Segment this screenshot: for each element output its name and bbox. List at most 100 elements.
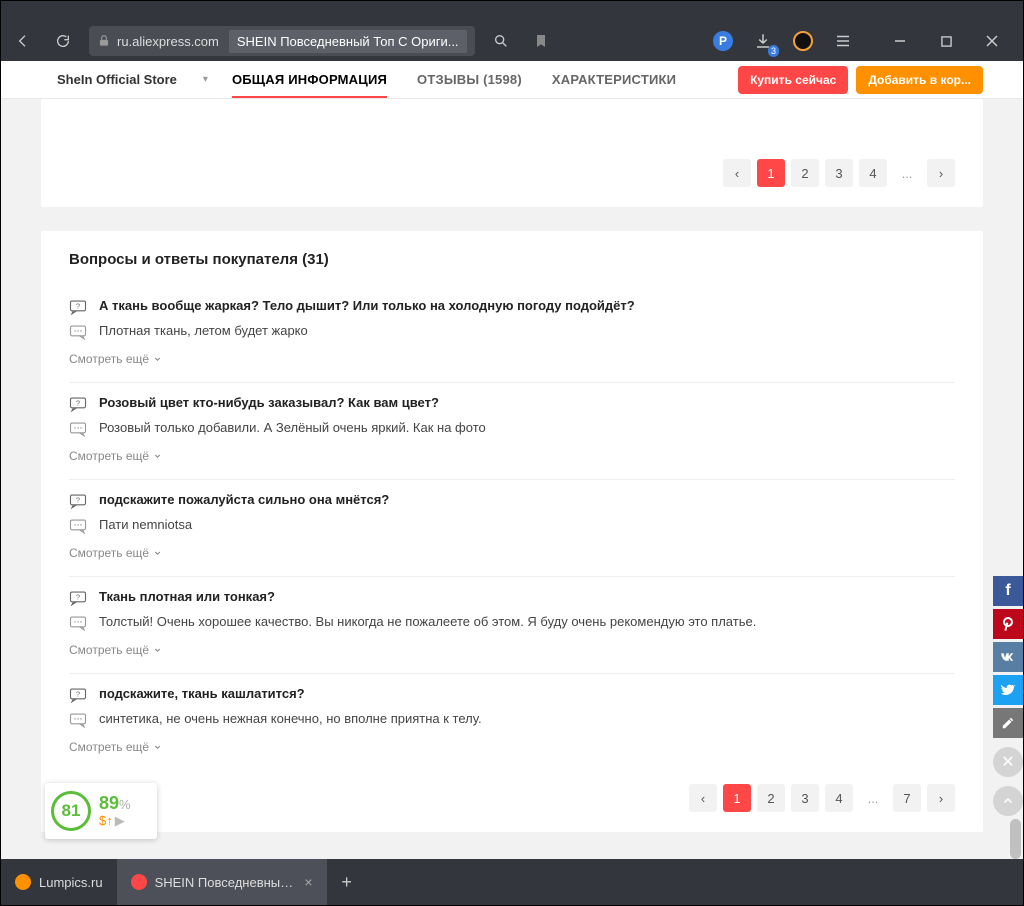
qa-question: подскажите пожалуйста сильно она мнётся?	[99, 492, 389, 507]
menu-button[interactable]	[829, 27, 857, 55]
qa-show-more[interactable]: Смотреть ещё	[69, 352, 162, 366]
answer-icon	[69, 712, 87, 728]
search-in-page-button[interactable]	[487, 27, 515, 55]
svg-text:?: ?	[76, 302, 80, 311]
qa-show-more[interactable]: Смотреть ещё	[69, 546, 162, 560]
rating-score: 81	[51, 791, 91, 831]
seller-rating-widget[interactable]: 81 89% $↑▶	[45, 783, 157, 839]
add-to-cart-button[interactable]: Добавить в кор...	[856, 66, 983, 94]
share-close[interactable]: ✕	[993, 747, 1023, 777]
qa-question: Ткань плотная или тонкая?	[99, 589, 275, 604]
share-sidebar: f ✕	[993, 576, 1023, 816]
tab-label: Lumpics.ru	[39, 875, 103, 890]
qa-page-next[interactable]: ›	[927, 784, 955, 812]
qa-question: Розовый цвет кто-нибудь заказывал? Как в…	[99, 395, 439, 410]
reviews-page-next[interactable]: ›	[927, 159, 955, 187]
svg-text:?: ?	[76, 690, 80, 699]
extension-p-icon[interactable]: P	[709, 27, 737, 55]
qa-card: Вопросы и ответы покупателя (31) ?А ткан…	[41, 231, 983, 832]
page-scroll-area[interactable]: ‹ 1 2 3 4 ... › Вопросы и ответы покупат…	[1, 99, 1023, 859]
question-icon: ?	[69, 299, 87, 315]
svg-text:?: ?	[76, 399, 80, 408]
store-name[interactable]: SheIn Official Store	[57, 72, 177, 87]
window-controls	[877, 21, 1015, 61]
reviews-page-prev[interactable]: ‹	[723, 159, 751, 187]
product-tabs: ОБЩАЯ ИНФОРМАЦИЯ ОТЗЫВЫ (1598) ХАРАКТЕРИ…	[232, 72, 676, 88]
qa-answer: Плотная ткань, летом будет жарко	[99, 323, 308, 338]
url-host: ru.aliexpress.com	[117, 34, 219, 49]
tab-label: SHEIN Повседневный Т	[155, 875, 297, 890]
reviews-page-ellipsis: ...	[893, 159, 921, 187]
qa-answer: Толстый! Очень хорошее качество. Вы нико…	[99, 614, 756, 629]
opera-icon[interactable]	[789, 27, 817, 55]
rating-percent: 89%	[99, 794, 131, 814]
browser-toolbar: ru.aliexpress.com SHEIN Повседневный Топ…	[1, 21, 1023, 61]
reviews-card-bottom: ‹ 1 2 3 4 ... ›	[41, 99, 983, 207]
svg-text:?: ?	[76, 496, 80, 505]
qa-show-more[interactable]: Смотреть ещё	[69, 449, 162, 463]
answer-icon	[69, 518, 87, 534]
product-sticky-bar: SheIn Official Store ▾ ОБЩАЯ ИНФОРМАЦИЯ …	[1, 61, 1023, 99]
share-edit[interactable]	[993, 708, 1023, 738]
qa-item: ? Ткань плотная или тонкая? Толстый! Очень…	[69, 577, 955, 674]
reviews-pagination: ‹ 1 2 3 4 ... ›	[69, 159, 955, 187]
qa-page-ellipsis: ...	[859, 784, 887, 812]
qa-pagination: ‹ 1 2 3 4 ... 7 ›	[69, 784, 955, 812]
qa-answer: синтетика, не очень нежная конечно, но в…	[99, 711, 482, 726]
reviews-page-4[interactable]: 4	[859, 159, 887, 187]
qa-show-more[interactable]: Смотреть ещё	[69, 643, 162, 657]
window-titlebar	[1, 1, 1023, 21]
tab-overview[interactable]: ОБЩАЯ ИНФОРМАЦИЯ	[232, 72, 387, 98]
qa-page-3[interactable]: 3	[791, 784, 819, 812]
browser-tab-lumpics[interactable]: Lumpics.ru	[1, 859, 117, 905]
downloads-button[interactable]: 3	[749, 27, 777, 55]
close-window-button[interactable]	[969, 21, 1015, 61]
minimize-button[interactable]	[877, 21, 923, 61]
tab-reviews[interactable]: ОТЗЫВЫ (1598)	[417, 72, 522, 88]
answer-icon	[69, 324, 87, 340]
qa-page-4[interactable]: 4	[825, 784, 853, 812]
buy-now-button[interactable]: Купить сейчас	[738, 66, 848, 94]
reload-button[interactable]	[49, 27, 77, 55]
page-content: SheIn Official Store ▾ ОБЩАЯ ИНФОРМАЦИЯ …	[1, 61, 1023, 859]
qa-question: подскажите, ткань кашлатится?	[99, 686, 305, 701]
question-icon: ?	[69, 687, 87, 703]
address-bar[interactable]: ru.aliexpress.com SHEIN Повседневный Топ…	[89, 26, 475, 56]
reviews-page-1[interactable]: 1	[757, 159, 785, 187]
answer-icon	[69, 421, 87, 437]
reviews-page-3[interactable]: 3	[825, 159, 853, 187]
qa-page-1[interactable]: 1	[723, 784, 751, 812]
reviews-page-2[interactable]: 2	[791, 159, 819, 187]
svg-text:?: ?	[76, 593, 80, 602]
share-facebook[interactable]: f	[993, 576, 1023, 606]
qa-page-2[interactable]: 2	[757, 784, 785, 812]
question-icon: ?	[69, 590, 87, 606]
store-dropdown-icon[interactable]: ▾	[203, 74, 208, 85]
bookmark-button[interactable]	[527, 27, 555, 55]
question-icon: ?	[69, 396, 87, 412]
qa-item: ? подскажите, ткань кашлатится? синтетика,…	[69, 674, 955, 770]
qa-page-7[interactable]: 7	[893, 784, 921, 812]
back-button[interactable]	[9, 27, 37, 55]
answer-icon	[69, 615, 87, 631]
qa-answer: Розовый только добавили. А Зелёный очень…	[99, 420, 486, 435]
tab-specs[interactable]: ХАРАКТЕРИСТИКИ	[552, 72, 676, 88]
browser-tabbar: Lumpics.ru SHEIN Повседневный Т × +	[1, 859, 1023, 905]
browser-tab-shein[interactable]: SHEIN Повседневный Т ×	[117, 859, 327, 905]
qa-show-more[interactable]: Смотреть ещё	[69, 740, 162, 754]
share-vk[interactable]	[993, 642, 1023, 672]
downloads-badge: 3	[768, 45, 779, 57]
tab-close-icon[interactable]: ×	[304, 874, 312, 890]
scrollbar-thumb[interactable]	[1010, 819, 1021, 859]
new-tab-button[interactable]: +	[327, 859, 367, 905]
qa-page-prev[interactable]: ‹	[689, 784, 717, 812]
tab-favicon	[131, 874, 147, 890]
scroll-to-top[interactable]	[993, 786, 1023, 816]
url-title: SHEIN Повседневный Топ С Ориги...	[229, 30, 467, 53]
qa-heading: Вопросы и ответы покупателя (31)	[69, 251, 955, 268]
rating-trend: $↑▶	[99, 814, 131, 828]
maximize-button[interactable]	[923, 21, 969, 61]
share-pinterest[interactable]	[993, 609, 1023, 639]
question-icon: ?	[69, 493, 87, 509]
share-twitter[interactable]	[993, 675, 1023, 705]
